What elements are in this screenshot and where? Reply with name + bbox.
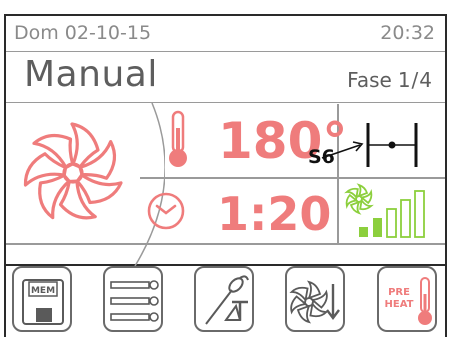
floppy-icon: MEM [22,279,64,325]
right-edge [445,266,447,337]
mem-button[interactable]: MEM [12,266,72,332]
mode-title[interactable]: Manual [24,54,158,95]
date-label: Dom 02-10-15 [14,22,152,44]
middle-divider [140,177,340,179]
oven-display: Dom 02-10-15 20:32 Manual Fase 1/4 180° … [0,0,453,337]
timer-icon [147,192,185,230]
preheat-icon: PRE HEAT [385,277,432,325]
probe-button[interactable] [194,266,254,332]
phase-value: 1/4 [397,68,433,92]
phase-label: Fase [347,68,392,92]
svg-text:HEAT: HEAT [385,299,414,310]
multi-timer-icon [110,280,159,322]
arrow-icon [321,141,364,159]
thermometer-icon [169,110,187,167]
multi-timer-button[interactable] [103,266,163,332]
fan-down-button[interactable] [285,266,345,332]
preheat-button[interactable]: PRE HEAT [377,266,437,332]
mem-label: MEM [31,286,55,296]
mode-bar: Manual Fase 1/4 [6,53,445,103]
phase-indicator[interactable]: Fase 1/4 [347,68,433,92]
clock-label: 20:32 [380,22,435,44]
bottom-divider [6,243,445,245]
left-edge [4,266,6,337]
probe-icon [205,275,249,325]
fan-down-icon [289,280,340,324]
fan-speed-icon[interactable] [343,183,443,239]
svg-text:PRE: PRE [388,287,410,298]
timer-value[interactable]: 1:20 [217,187,331,241]
fan-icon[interactable] [12,112,134,234]
humidity-setting-icon[interactable] [364,119,422,171]
right-middle-divider [337,177,445,179]
status-bar: Dom 02-10-15 20:32 [6,16,445,52]
